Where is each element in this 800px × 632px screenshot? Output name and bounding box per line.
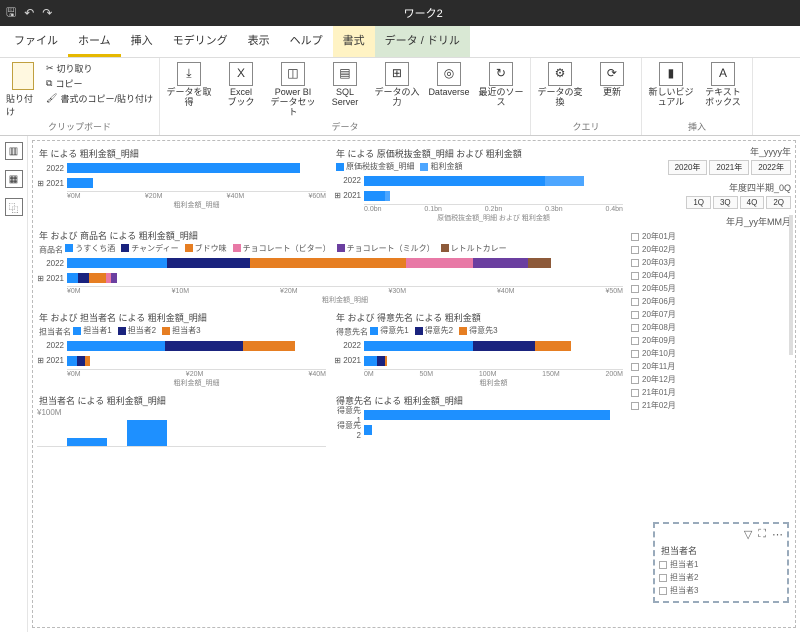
- report-canvas[interactable]: 年 による 粗利金額_明細2022⊞ 2021¥0M¥20M¥40M¥60M粗利…: [32, 140, 796, 628]
- slicer-quarter-option[interactable]: 2Q: [766, 196, 791, 209]
- slicer-month-option[interactable]: 20年11月: [631, 360, 791, 373]
- slicer-month-option[interactable]: 20年10月: [631, 347, 791, 360]
- menu-tab-6[interactable]: 書式: [333, 26, 375, 57]
- chart-c6[interactable]: 担当者名 による 粗利金額_明細¥100M: [37, 394, 326, 447]
- group-label: クリップボード: [6, 120, 153, 133]
- title-bar: 🖫 ↶ ↷ ワーク2: [0, 0, 800, 26]
- chart-c7[interactable]: 得意先名 による 粗利金額_明細得意先1得意先2: [334, 394, 623, 437]
- ribbon-group-query: ⚙データの変換⟳更新 クエリ: [531, 58, 642, 135]
- sql-button[interactable]: ▤SQLServer: [322, 62, 368, 108]
- slicer-quarter[interactable]: 年度四半期_0Q1Q3Q4Q2Q: [631, 181, 791, 209]
- menu-tab-4[interactable]: 表示: [238, 26, 280, 57]
- undo-icon[interactable]: ↶: [24, 6, 34, 20]
- recent-sources-button-icon: ↻: [489, 62, 513, 86]
- menu-bar: ファイルホーム挿入モデリング表示ヘルプ書式データ / ドリル: [0, 26, 800, 58]
- menu-tab-0[interactable]: ファイル: [4, 26, 68, 57]
- slicer-person-option[interactable]: 担当者2: [659, 571, 783, 584]
- slicer-month-option[interactable]: 20年07月: [631, 308, 791, 321]
- slicer-month[interactable]: 年月_yy年MM月20年01月20年02月20年03月20年04月20年05月2…: [631, 215, 791, 412]
- slicer-month-option[interactable]: 20年12月: [631, 373, 791, 386]
- slicer-quarter-option[interactable]: 3Q: [713, 196, 738, 209]
- dataverse-button-icon: ◎: [437, 62, 461, 86]
- report-view-button[interactable]: ▥: [5, 142, 23, 160]
- excel-button[interactable]: XExcelブック: [218, 62, 264, 108]
- cut-button[interactable]: ✂切り取り: [46, 62, 153, 75]
- slicer-person-option[interactable]: 担当者3: [659, 584, 783, 597]
- menu-tab-2[interactable]: 挿入: [121, 26, 163, 57]
- menu-tab-5[interactable]: ヘルプ: [280, 26, 333, 57]
- slicer-month-option[interactable]: 20年08月: [631, 321, 791, 334]
- chart-c1[interactable]: 年 による 粗利金額_明細2022⊞ 2021¥0M¥20M¥40M¥60M粗利…: [37, 147, 326, 210]
- slicer-month-option[interactable]: 20年06月: [631, 295, 791, 308]
- chart-c5[interactable]: 年 および 得意先名 による 粗利金額得意先名 得意先1得意先2得意先32022…: [334, 311, 623, 388]
- more-options-icon[interactable]: ⋯: [772, 528, 783, 541]
- ribbon-group-insert: ▮新しいビジュアルAテキストボックス 挿入: [642, 58, 753, 135]
- sql-button-icon: ▤: [333, 62, 357, 86]
- pbi-dataset-button[interactable]: ◫Power BIデータセット: [270, 62, 316, 118]
- pbi-dataset-button-icon: ◫: [281, 62, 305, 86]
- transform-data-button[interactable]: ⚙データの変換: [537, 62, 583, 108]
- refresh-button[interactable]: ⟳更新: [589, 62, 635, 98]
- ribbon: 貼り付け ✂切り取り ⧉コピー 🖌書式のコピー/貼り付け クリップボード ⤓デー…: [0, 58, 800, 136]
- slicer-month-option[interactable]: 20年01月: [631, 230, 791, 243]
- scrollbar[interactable]: [789, 215, 793, 355]
- copy-button[interactable]: ⧉コピー: [46, 77, 153, 90]
- chart-c4[interactable]: 年 および 担当者名 による 粗利金額_明細担当者名 担当者1担当者2担当者32…: [37, 311, 326, 388]
- enter-data-button[interactable]: ⊞データの入力: [374, 62, 420, 108]
- dataverse-button[interactable]: ◎Dataverse: [426, 62, 472, 98]
- chart-c3[interactable]: 年 および 商品名 による 粗利金額_明細商品名 うすくち酒チャンディーブドウ味…: [37, 229, 623, 306]
- recent-sources-button[interactable]: ↻最近のソース: [478, 62, 524, 108]
- data-view-button[interactable]: ▦: [5, 170, 23, 188]
- textbox-button[interactable]: Aテキストボックス: [700, 62, 746, 108]
- paste-button[interactable]: 貼り付け: [6, 62, 40, 118]
- slicer-quarter-option[interactable]: 1Q: [686, 196, 711, 209]
- window-title: ワーク2: [52, 5, 794, 21]
- slicer-month-option[interactable]: 21年02月: [631, 399, 791, 412]
- save-icon[interactable]: 🖫: [6, 3, 16, 24]
- slicer-month-option[interactable]: 20年05月: [631, 282, 791, 295]
- ribbon-group-data: ⤓データを取得XExcelブック◫Power BIデータセット▤SQLServe…: [160, 58, 531, 135]
- slicer-person[interactable]: ▽ ⛶ ⋯ 担当者名 担当者1担当者2担当者3: [653, 522, 789, 603]
- get-data-button-icon: ⤓: [177, 62, 201, 86]
- redo-icon[interactable]: ↷: [42, 6, 52, 20]
- slicer-person-option[interactable]: 担当者1: [659, 558, 783, 571]
- new-visual-button-icon: ▮: [659, 62, 683, 86]
- copy-icon: ⧉: [46, 78, 52, 89]
- slicer-year-option[interactable]: 2021年: [709, 160, 749, 175]
- slicer-year-option[interactable]: 2022年: [751, 160, 791, 175]
- slicer-quarter-option[interactable]: 4Q: [740, 196, 765, 209]
- enter-data-button-icon: ⊞: [385, 62, 409, 86]
- menu-tab-1[interactable]: ホーム: [68, 26, 121, 57]
- textbox-button-icon: A: [711, 62, 735, 86]
- refresh-button-icon: ⟳: [600, 62, 624, 86]
- get-data-button[interactable]: ⤓データを取得: [166, 62, 212, 108]
- chart-c2[interactable]: 年 による 原価税抜金額_明細 および 粗利金額原価税抜金額_明細粗利金額202…: [334, 147, 623, 223]
- filter-icon[interactable]: ▽: [744, 528, 752, 541]
- ribbon-group-clipboard: 貼り付け ✂切り取り ⧉コピー 🖌書式のコピー/貼り付け クリップボード: [0, 58, 160, 135]
- slicer-month-option[interactable]: 20年04月: [631, 269, 791, 282]
- menu-tab-7[interactable]: データ / ドリル: [375, 26, 470, 57]
- slicer-month-option[interactable]: 20年02月: [631, 243, 791, 256]
- focus-mode-icon[interactable]: ⛶: [758, 528, 766, 541]
- slicer-month-option[interactable]: 20年09月: [631, 334, 791, 347]
- view-rail: ▥ ▦ ⿻: [0, 136, 28, 632]
- menu-tab-3[interactable]: モデリング: [163, 26, 238, 57]
- transform-data-button-icon: ⚙: [548, 62, 572, 86]
- brush-icon: 🖌: [46, 93, 57, 104]
- slicer-year-option[interactable]: 2020年: [668, 160, 708, 175]
- scissors-icon: ✂: [46, 63, 54, 74]
- slicer-year[interactable]: 年_yyyy年2020年2021年2022年: [631, 145, 791, 175]
- format-painter-button[interactable]: 🖌書式のコピー/貼り付け: [46, 92, 153, 105]
- slicer-month-option[interactable]: 20年03月: [631, 256, 791, 269]
- excel-button-icon: X: [229, 62, 253, 86]
- canvas: ▥ ▦ ⿻ 年 による 粗利金額_明細2022⊞ 2021¥0M¥20M¥40M…: [0, 136, 800, 632]
- slicer-month-option[interactable]: 21年01月: [631, 386, 791, 399]
- new-visual-button[interactable]: ▮新しいビジュアル: [648, 62, 694, 108]
- model-view-button[interactable]: ⿻: [5, 198, 23, 216]
